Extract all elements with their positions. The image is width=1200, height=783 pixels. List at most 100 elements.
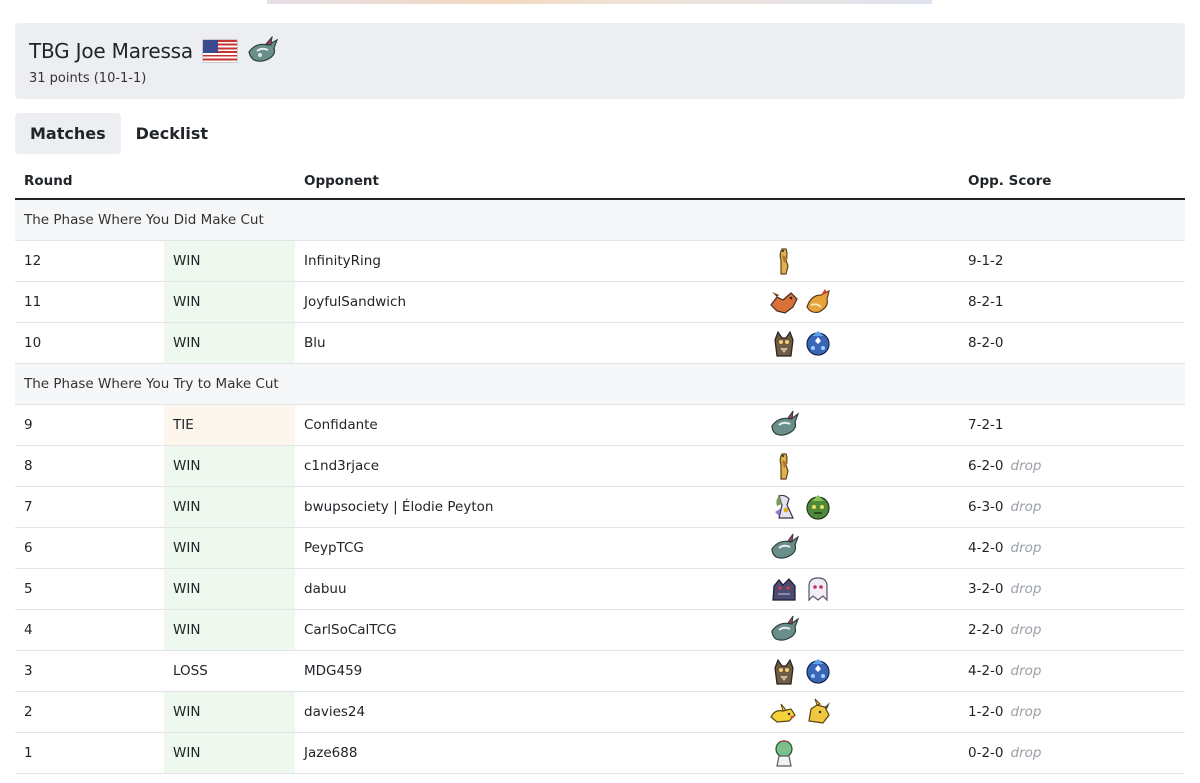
phase-label: The Phase Where You Did Make Cut [15, 199, 1185, 241]
charizard-icon [770, 291, 798, 314]
dark-beast-icon [772, 577, 796, 601]
match-result: LOSS [164, 650, 295, 692]
round-number: 11 [15, 281, 164, 323]
match-result: WIN [164, 486, 295, 528]
match-result: WIN [164, 527, 295, 569]
drop-label: drop [1010, 703, 1042, 720]
opponent-score-cell: 7-2-1 [959, 404, 1185, 446]
round-number: 9 [15, 404, 164, 446]
pikachu-icon [770, 703, 796, 723]
drop-label: drop [1010, 457, 1042, 474]
opponent-name[interactable]: davies24 [295, 691, 760, 733]
table-row[interactable]: 5 WIN dabuu 3-2-0 drop [15, 568, 1185, 610]
opponent-name[interactable]: MDG459 [295, 650, 760, 692]
table-row[interactable]: 3 LOSS MDG459 4-2-0 drop [15, 650, 1185, 692]
opponent-score-cell: 1-2-0 drop [959, 691, 1185, 733]
opponent-name[interactable]: c1nd3rjace [295, 445, 760, 487]
table-row[interactable]: 12 WIN InfinityRing 9-1-2 [15, 240, 1185, 282]
player-name: TBG Joe Maressa [29, 39, 193, 63]
blue-mask-icon [806, 330, 830, 356]
opponent-score-cell: 0-2-0 drop [959, 732, 1185, 774]
giraffe-icon [779, 247, 789, 275]
match-result: TIE [164, 404, 295, 446]
giraffe-icon [779, 452, 789, 480]
opponent-deck[interactable] [760, 486, 959, 528]
dragapult-icon [771, 615, 799, 641]
drop-label: drop [1010, 662, 1042, 679]
dragapult-icon [771, 533, 799, 559]
table-row[interactable]: 6 WIN PeypTCG 4-2-0 drop [15, 527, 1185, 569]
table-row[interactable]: 10 WIN Blu 8-2-0 [15, 322, 1185, 364]
opponent-name[interactable]: Blu [295, 322, 760, 364]
header-opp-score: Opp. Score [959, 163, 1185, 200]
opponent-deck[interactable] [760, 609, 959, 651]
drop-label: drop [1010, 744, 1042, 761]
opponent-name[interactable]: JoyfulSandwich [295, 281, 760, 323]
table-row[interactable]: 8 WIN c1nd3rjace 6-2-0 drop [15, 445, 1185, 487]
ghost-icon [808, 576, 828, 601]
header-opponent: Opponent [295, 163, 760, 200]
opponent-score-cell: 6-2-0 drop [959, 445, 1185, 487]
opponent-deck[interactable] [760, 650, 959, 692]
opponent-deck[interactable] [760, 240, 959, 282]
round-number: 12 [15, 240, 164, 282]
opponent-score-cell: 4-2-0 drop [959, 650, 1185, 692]
opponent-score-cell: 4-2-0 drop [959, 527, 1185, 569]
opponent-score: 3-2-0 [968, 580, 1004, 597]
round-number: 8 [15, 445, 164, 487]
opponent-deck[interactable] [760, 322, 959, 364]
opponent-name[interactable]: dabuu [295, 568, 760, 610]
tab-decklist[interactable]: Decklist [121, 113, 223, 154]
opponent-score: 9-1-2 [968, 252, 1004, 269]
opponent-name[interactable]: CarlSoCalTCG [295, 609, 760, 651]
opponent-deck[interactable] [760, 568, 959, 610]
match-result: WIN [164, 281, 295, 323]
opponent-score-cell: 6-3-0 drop [959, 486, 1185, 528]
drop-label: drop [1010, 621, 1042, 638]
raichu-icon [808, 698, 830, 724]
opponent-deck[interactable] [760, 281, 959, 323]
opponent-deck[interactable] [760, 732, 959, 774]
opponent-name[interactable]: Confidante [295, 404, 760, 446]
gardevoir-icon [775, 494, 794, 519]
opponent-score: 4-2-0 [968, 539, 1004, 556]
opponent-score: 8-2-0 [968, 334, 1004, 351]
top-banner-image [267, 0, 932, 4]
us-flag-icon [201, 39, 238, 63]
opponent-name[interactable]: InfinityRing [295, 240, 760, 282]
opponent-deck[interactable] [760, 445, 959, 487]
opponent-deck[interactable] [760, 527, 959, 569]
round-number: 2 [15, 691, 164, 733]
opponent-name[interactable]: Jaze688 [295, 732, 760, 774]
owl-icon [774, 658, 794, 685]
header-round: Round [15, 163, 164, 200]
round-number: 10 [15, 322, 164, 364]
round-number: 4 [15, 609, 164, 651]
round-number: 5 [15, 568, 164, 610]
table-row[interactable]: 11 WIN JoyfulSandwich 8-2-1 [15, 281, 1185, 323]
opponent-name[interactable]: PeypTCG [295, 527, 760, 569]
opponent-deck[interactable] [760, 404, 959, 446]
opponent-score-cell: 3-2-0 drop [959, 568, 1185, 610]
pidgeot-icon [806, 288, 830, 313]
opponent-score: 7-2-1 [968, 416, 1004, 433]
phase-label: The Phase Where You Try to Make Cut [15, 363, 1185, 405]
opponent-deck[interactable] [760, 691, 959, 733]
opponent-score: 2-2-0 [968, 621, 1004, 638]
table-row[interactable]: 7 WIN bwupsociety | Élodie Peyton 6-3-0 drop [15, 486, 1185, 528]
tab-matches[interactable]: Matches [15, 113, 121, 154]
opponent-score-cell: 8-2-0 [959, 322, 1185, 364]
opponent-score: 1-2-0 [968, 703, 1004, 720]
match-result: WIN [164, 240, 295, 282]
drop-label: drop [1010, 539, 1042, 556]
opponent-name[interactable]: bwupsociety | Élodie Peyton [295, 486, 760, 528]
opponent-score-cell: 8-2-1 [959, 281, 1185, 323]
table-row[interactable]: 9 TIE Confidante 7-2-1 [15, 404, 1185, 446]
table-row[interactable]: 4 WIN CarlSoCalTCG 2-2-0 drop [15, 609, 1185, 651]
phase-header-row: The Phase Where You Try to Make Cut [15, 363, 1185, 405]
opponent-score: 0-2-0 [968, 744, 1004, 761]
table-row[interactable]: 2 WIN davies24 1-2-0 drop [15, 691, 1185, 733]
round-number: 6 [15, 527, 164, 569]
table-row[interactable]: 1 WIN Jaze688 0-2-0 drop [15, 732, 1185, 774]
match-result: WIN [164, 568, 295, 610]
